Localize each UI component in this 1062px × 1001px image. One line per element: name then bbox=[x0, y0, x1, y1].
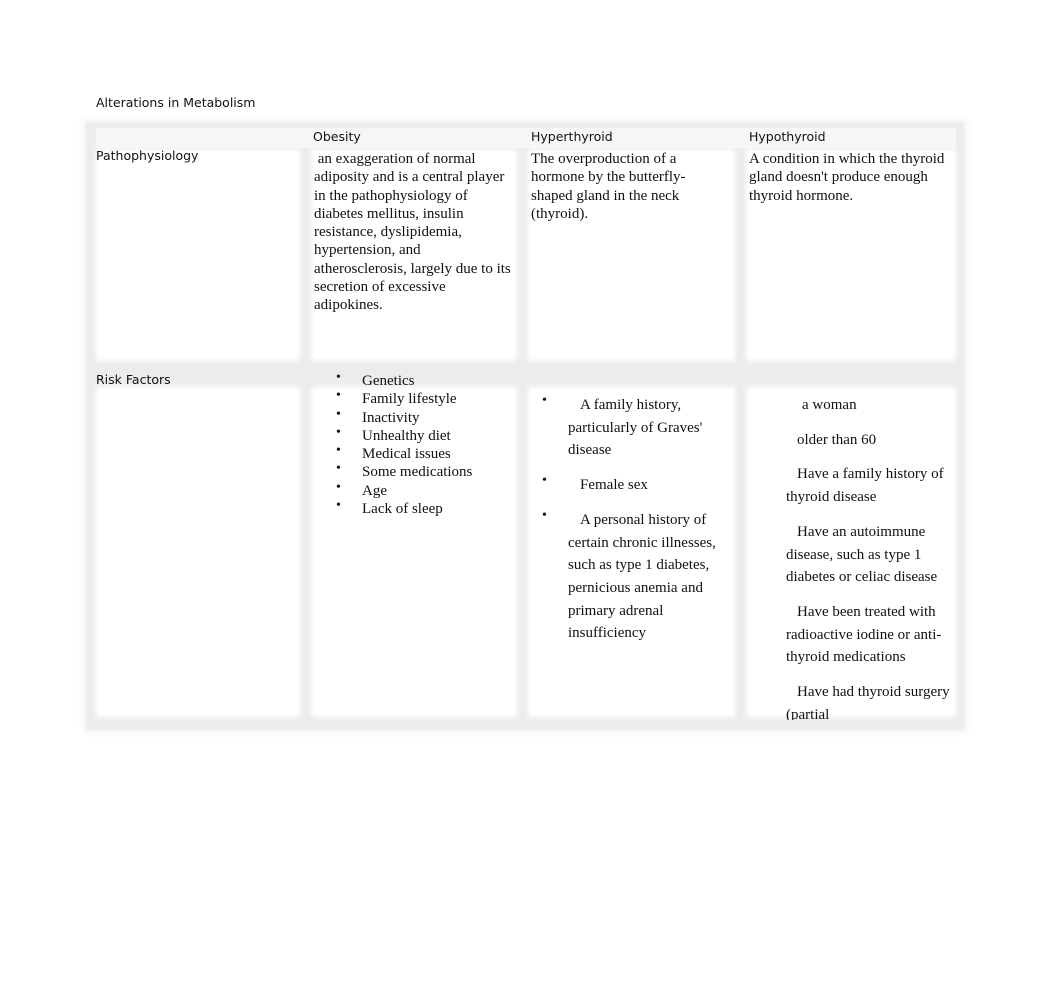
list-item-text: Inactivity bbox=[362, 409, 420, 426]
hypothyroid-pathophysiology: A condition in which the thyroid gland d… bbox=[749, 151, 945, 204]
cell bbox=[99, 152, 297, 358]
list-item: •Have been treated with radioactive iodi… bbox=[786, 601, 954, 669]
list-item: • Female sex bbox=[542, 473, 730, 497]
row-label-pathophysiology: Pathophysiology bbox=[96, 148, 199, 163]
list-item: • Inactivity bbox=[336, 407, 512, 427]
list-item-text: Age bbox=[362, 482, 387, 499]
hyperthyroid-risk-list: • A family history, particularly of Grave… bbox=[542, 393, 730, 657]
list-item: •Have a family history of thyroid diseas… bbox=[786, 463, 954, 508]
bullet-icon: • bbox=[542, 393, 547, 408]
row-label-risk-factors: Risk Factors bbox=[96, 372, 171, 387]
bullet-icon: • bbox=[336, 498, 341, 514]
list-item-text: Unhealthy diet bbox=[362, 427, 451, 444]
cell bbox=[99, 390, 297, 714]
hyperthyroid-pathophysiology: The overproduction of a hormone by the b… bbox=[531, 151, 686, 222]
list-item: •a woman bbox=[786, 394, 954, 417]
list-item: • A personal history of certain chronic i… bbox=[542, 508, 730, 645]
list-item-text: Have had thyroid surgery (partial bbox=[786, 684, 950, 720]
list-item-text: A family history, particularly of Graves… bbox=[568, 397, 703, 459]
list-item: • Lack of sleep bbox=[336, 498, 512, 518]
list-item: • A family history, particularly of Grave… bbox=[542, 393, 730, 462]
obesity-pathophysiology: an exaggeration of normal adiposity and … bbox=[314, 151, 515, 314]
bullet-icon: • bbox=[336, 443, 341, 459]
bullet-icon: • bbox=[336, 388, 341, 404]
list-item-text: A personal history of certain chronic il… bbox=[568, 511, 716, 642]
list-item: • Genetics bbox=[336, 370, 512, 390]
hypothyroid-risk-list: •a woman •older than 60 •Have a family h… bbox=[786, 394, 954, 720]
list-item-text: a woman bbox=[802, 397, 857, 413]
list-item: •older than 60 bbox=[786, 429, 954, 452]
document-page: Alterations in Metabolism Obesity Hypert… bbox=[0, 0, 1062, 1001]
list-item: •Have an autoimmune disease, such as typ… bbox=[786, 521, 954, 589]
column-header-obesity: Obesity bbox=[313, 129, 361, 144]
document-title: Alterations in Metabolism bbox=[96, 95, 256, 110]
list-item-text: Genetics bbox=[362, 373, 415, 389]
list-item-text: Have an autoimmune disease, such as type… bbox=[786, 523, 938, 586]
list-item-text: Have been treated with radioactive iodin… bbox=[786, 603, 942, 666]
list-item: • Family lifestyle bbox=[336, 388, 512, 408]
list-item: • Medical issues bbox=[336, 443, 512, 463]
list-item-text: Have a family history of thyroid disease bbox=[786, 466, 944, 506]
obesity-risk-list: • Genetics • Family lifestyle • Inactivity … bbox=[336, 370, 512, 518]
list-item: • Age bbox=[336, 480, 512, 500]
bullet-icon: • bbox=[336, 424, 341, 440]
list-item-text: Female sex bbox=[580, 477, 648, 494]
list-item: • Unhealthy diet bbox=[336, 425, 512, 445]
list-item-text: Family lifestyle bbox=[362, 391, 457, 408]
list-item-text: older than 60 bbox=[797, 431, 877, 448]
list-item: •Have had thyroid surgery (partial bbox=[786, 681, 954, 720]
list-item-text: Medical issues bbox=[362, 446, 451, 463]
bullet-icon: • bbox=[336, 370, 341, 385]
list-item: • Some medications bbox=[336, 461, 512, 481]
list-item-text: Some medications bbox=[362, 464, 473, 481]
column-header-hypothyroid: Hypothyroid bbox=[749, 129, 826, 144]
column-header-hyperthyroid: Hyperthyroid bbox=[531, 129, 613, 144]
bullet-icon: • bbox=[542, 473, 547, 489]
header-row bbox=[96, 128, 956, 148]
list-item-text: Lack of sleep bbox=[362, 501, 443, 518]
bullet-icon: • bbox=[542, 507, 547, 523]
bullet-icon: • bbox=[336, 479, 341, 495]
bullet-icon: • bbox=[336, 461, 341, 477]
bullet-icon: • bbox=[336, 406, 341, 422]
